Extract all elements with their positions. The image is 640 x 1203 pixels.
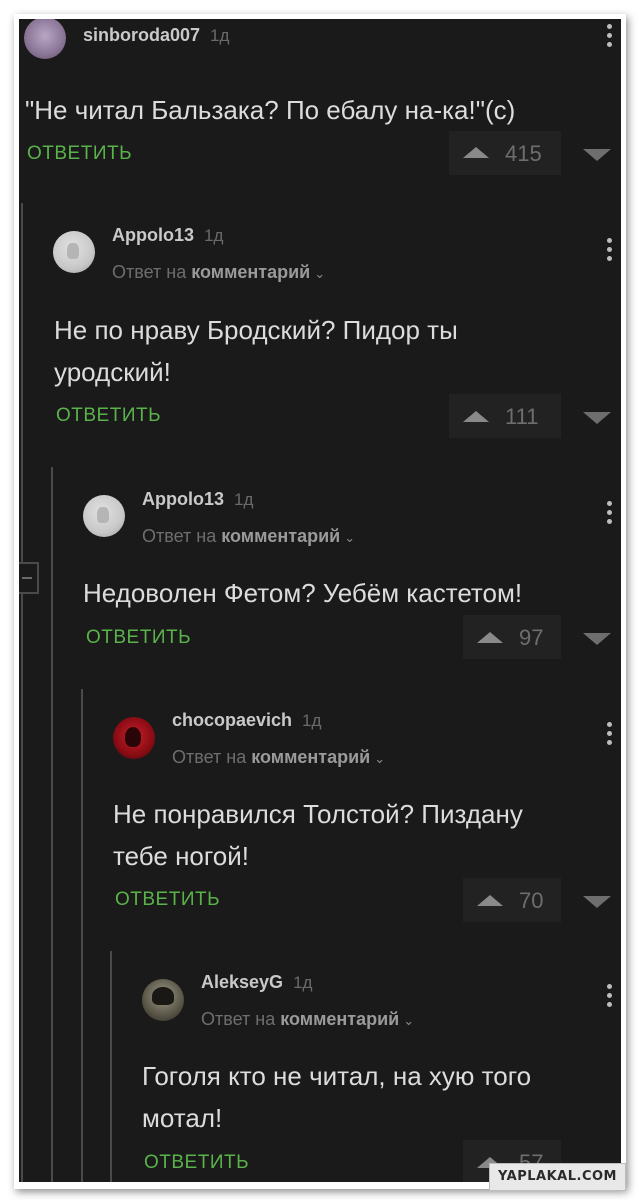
comment-time: 1д bbox=[293, 973, 313, 992]
chevron-down-icon[interactable]: ⌄ bbox=[374, 751, 385, 766]
thread-line bbox=[21, 203, 23, 1182]
reply-button[interactable]: ОТВЕТИТЬ bbox=[56, 405, 161, 427]
comment-text: "Не читал Бальзака? По ебалу на-ка!"(с) bbox=[25, 95, 516, 125]
comment-time: 1д bbox=[210, 26, 230, 45]
chevron-down-icon[interactable]: ⌄ bbox=[344, 530, 355, 545]
comment-time: 1д bbox=[234, 490, 254, 509]
more-vert-icon[interactable] bbox=[607, 984, 613, 1010]
reply-prefix: Ответ на bbox=[142, 526, 217, 546]
upvote-arrow-icon[interactable] bbox=[477, 632, 503, 643]
score: 70 bbox=[519, 888, 544, 913]
chevron-down-icon[interactable]: ⌄ bbox=[403, 1013, 414, 1028]
comment-text-line: тебе ногой! bbox=[113, 841, 250, 871]
downvote-arrow-icon[interactable] bbox=[583, 149, 611, 161]
reply-prefix: Ответ на bbox=[112, 262, 187, 282]
more-vert-icon[interactable] bbox=[607, 238, 613, 264]
comment-text-line: Гоголя кто не читал, на хую того bbox=[142, 1061, 532, 1091]
comment-text: Не понравился Толстой? Пиздану тебе ного… bbox=[113, 793, 618, 877]
downvote-arrow-icon[interactable] bbox=[583, 412, 611, 424]
vote-box: 97 bbox=[463, 615, 561, 659]
comments-screen: sinboroda007 1д "Не читал Бальзака? По еб… bbox=[19, 19, 621, 1182]
reply-target[interactable]: комментарий bbox=[280, 1009, 399, 1029]
avatar[interactable] bbox=[24, 19, 66, 59]
vote-box: 415 bbox=[449, 131, 561, 175]
reply-button[interactable]: ОТВЕТИТЬ bbox=[27, 143, 132, 165]
collapse-icon[interactable] bbox=[19, 562, 39, 594]
reply-target[interactable]: комментарий bbox=[221, 526, 340, 546]
upvote-arrow-icon[interactable] bbox=[463, 411, 489, 422]
more-vert-icon[interactable] bbox=[607, 24, 613, 50]
comment-text-line: Не понравился Толстой? Пиздану bbox=[113, 799, 523, 829]
comment-text: Гоголя кто не читал, на хую того мотал! bbox=[142, 1055, 618, 1139]
downvote-arrow-icon[interactable] bbox=[583, 896, 611, 908]
downvote-arrow-icon[interactable] bbox=[583, 633, 611, 645]
score: 111 bbox=[505, 404, 539, 429]
comment-text: Не по нраву Бродский? Пидор ты уродский! bbox=[54, 309, 614, 393]
reply-to[interactable]: Ответ на комментарий ⌄ bbox=[112, 262, 325, 283]
comment-username[interactable]: Appolo13 1д bbox=[112, 225, 223, 246]
thread-line bbox=[81, 689, 83, 1182]
username-text[interactable]: Appolo13 bbox=[112, 225, 194, 245]
reply-to[interactable]: Ответ на комментарий ⌄ bbox=[142, 526, 355, 547]
vote-box: 111 bbox=[449, 394, 561, 438]
reply-to[interactable]: Ответ на комментарий ⌄ bbox=[201, 1009, 414, 1030]
comment-text-line: Не по нраву Бродский? Пидор ты bbox=[54, 315, 458, 345]
reply-target[interactable]: комментарий bbox=[191, 262, 310, 282]
username-text[interactable]: Appolo13 bbox=[142, 489, 224, 509]
upvote-arrow-icon[interactable] bbox=[477, 895, 503, 906]
avatar[interactable] bbox=[142, 979, 184, 1021]
comment-username[interactable]: AlekseyG 1д bbox=[201, 972, 312, 993]
reply-prefix: Ответ на bbox=[172, 747, 247, 767]
thread-line bbox=[51, 467, 53, 1182]
avatar[interactable] bbox=[53, 231, 95, 273]
username-text[interactable]: AlekseyG bbox=[201, 972, 283, 992]
comment-time: 1д bbox=[204, 226, 224, 245]
more-vert-icon[interactable] bbox=[607, 722, 613, 748]
reply-prefix: Ответ на bbox=[201, 1009, 276, 1029]
score: 415 bbox=[505, 141, 542, 166]
reply-to[interactable]: Ответ на комментарий ⌄ bbox=[172, 747, 385, 768]
reply-button[interactable]: ОТВЕТИТЬ bbox=[144, 1152, 249, 1174]
thread-line bbox=[110, 951, 112, 1182]
avatar[interactable] bbox=[83, 495, 125, 537]
upvote-arrow-icon[interactable] bbox=[463, 147, 489, 158]
comment-text: Недоволен Фетом? Уебём кастетом! bbox=[83, 578, 523, 608]
reply-button[interactable]: ОТВЕТИТЬ bbox=[115, 889, 220, 911]
score: 97 bbox=[519, 625, 544, 650]
reply-target[interactable]: комментарий bbox=[251, 747, 370, 767]
comment-text-line: уродский! bbox=[54, 357, 171, 387]
comment-username[interactable]: Appolo13 1д bbox=[142, 489, 253, 510]
reply-button[interactable]: ОТВЕТИТЬ bbox=[86, 627, 191, 649]
more-vert-icon[interactable] bbox=[607, 501, 613, 527]
chevron-down-icon[interactable]: ⌄ bbox=[314, 266, 325, 281]
comment-username[interactable]: chocopaevich 1д bbox=[172, 710, 321, 731]
comment-text-line: мотал! bbox=[142, 1103, 223, 1133]
comment-time: 1д bbox=[302, 711, 322, 730]
username-text[interactable]: sinboroda007 bbox=[83, 25, 200, 45]
comment-username[interactable]: sinboroda007 1д bbox=[83, 25, 229, 46]
username-text[interactable]: chocopaevich bbox=[172, 710, 292, 730]
avatar[interactable] bbox=[113, 717, 155, 759]
watermark-logo: YAPLAKAL.COM bbox=[489, 1163, 626, 1191]
vote-box: 70 bbox=[463, 878, 561, 922]
